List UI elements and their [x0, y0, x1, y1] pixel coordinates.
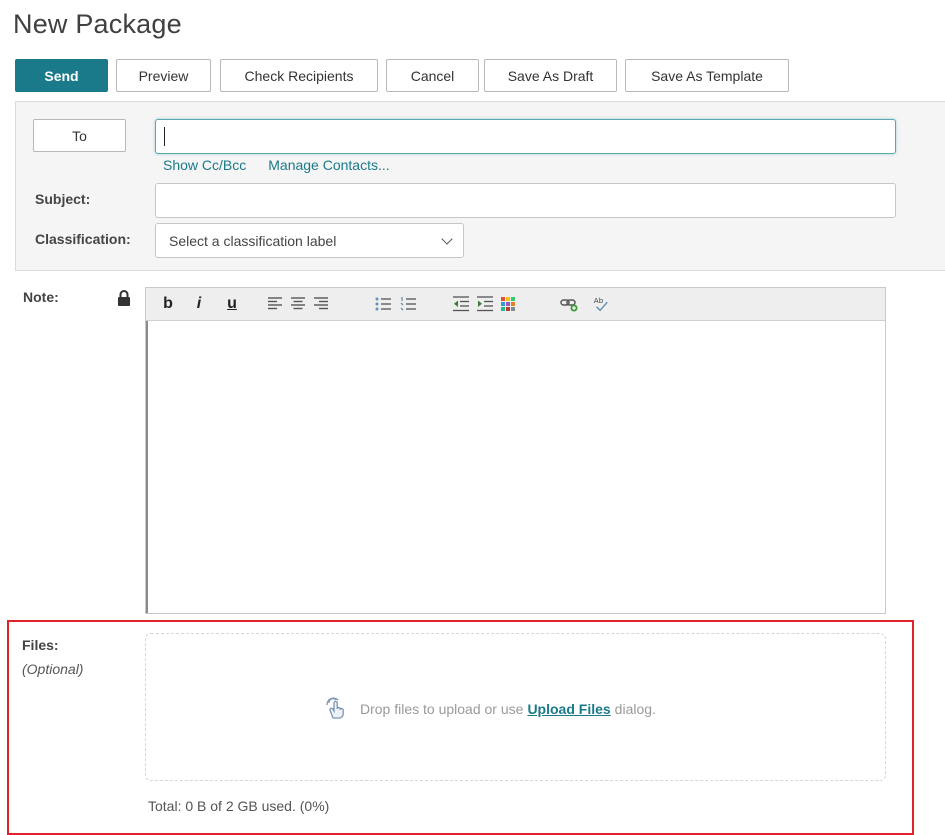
note-text-area[interactable] [146, 321, 885, 613]
preview-button[interactable]: Preview [116, 59, 211, 92]
italic-button[interactable]: i [193, 295, 205, 313]
drop-zone-message: Drop files to upload or use Upload Files… [324, 697, 656, 720]
file-drop-zone[interactable]: Drop files to upload or use Upload Files… [145, 633, 886, 781]
files-label: Files: [22, 637, 59, 653]
link-icon[interactable] [560, 295, 580, 313]
classification-label: Classification: [35, 231, 131, 247]
outdent-icon[interactable] [453, 295, 469, 313]
text-caret [164, 127, 165, 146]
to-input[interactable] [155, 119, 896, 154]
cancel-button[interactable]: Cancel [386, 59, 479, 92]
subject-input[interactable] [155, 183, 896, 218]
subject-label: Subject: [35, 191, 91, 207]
save-as-template-button[interactable]: Save As Template [625, 59, 789, 92]
bold-button[interactable]: b [162, 295, 174, 313]
note-editor: b i u Ab [145, 287, 886, 614]
save-as-draft-button[interactable]: Save As Draft [484, 59, 617, 92]
check-recipients-button[interactable]: Check Recipients [220, 59, 378, 92]
align-center-icon[interactable] [291, 295, 305, 313]
note-label: Note: [23, 289, 59, 305]
underline-button[interactable]: u [225, 295, 239, 313]
editor-toolbar: b i u Ab [146, 288, 885, 321]
color-picker-icon[interactable] [501, 295, 515, 313]
recipient-links: Show Cc/Bcc Manage Contacts... [163, 157, 390, 173]
numbered-list-icon[interactable] [400, 295, 416, 313]
lock-icon[interactable] [116, 289, 132, 307]
page-title: New Package [13, 9, 182, 39]
classification-placeholder: Select a classification label [169, 232, 337, 249]
files-optional-label: (Optional) [22, 661, 84, 677]
svg-text:Ab: Ab [594, 296, 604, 305]
spellcheck-icon[interactable]: Ab [592, 295, 610, 313]
manage-contacts-link[interactable]: Manage Contacts... [268, 157, 389, 173]
send-button[interactable]: Send [15, 59, 108, 92]
upload-files-link[interactable]: Upload Files [527, 701, 610, 717]
indent-icon[interactable] [477, 295, 493, 313]
drag-drop-hand-icon [326, 697, 344, 719]
drop-text-before: Drop files to upload or use [360, 701, 524, 717]
bulleted-list-icon[interactable] [375, 295, 391, 313]
align-right-icon[interactable] [314, 295, 328, 313]
classification-select[interactable]: Select a classification label [155, 223, 464, 258]
to-button[interactable]: To [33, 119, 126, 152]
show-cc-bcc-link[interactable]: Show Cc/Bcc [163, 157, 246, 173]
message-header-panel: To Show Cc/Bcc Manage Contacts... Subject… [15, 101, 945, 271]
drop-text-after: dialog. [614, 701, 656, 717]
storage-usage-text: Total: 0 B of 2 GB used. (0%) [148, 798, 330, 814]
align-left-icon[interactable] [268, 295, 282, 313]
chevron-down-icon [441, 233, 453, 245]
